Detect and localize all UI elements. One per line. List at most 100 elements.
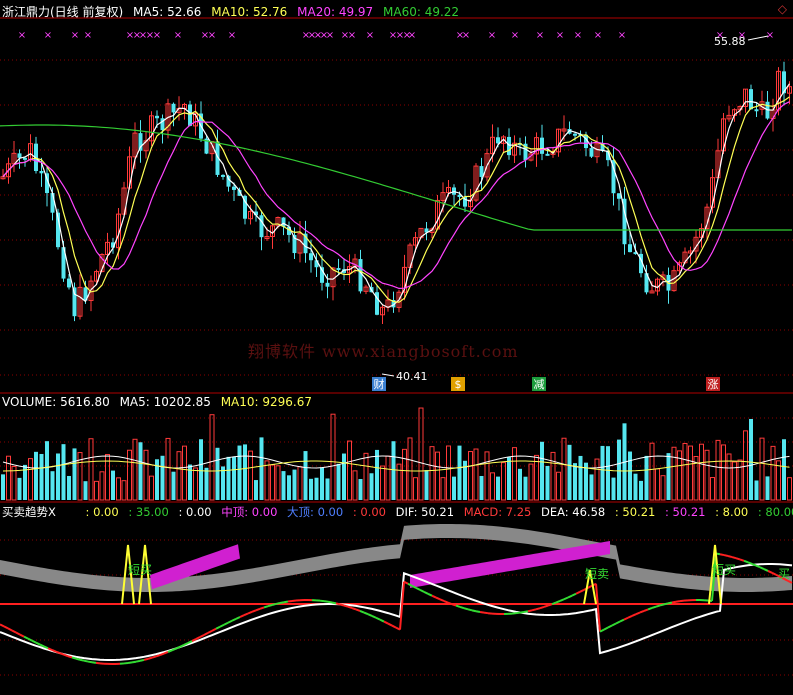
signal-x-marker: × xyxy=(574,30,582,41)
volume-bar xyxy=(589,474,594,500)
signal-x-marker: × xyxy=(408,30,416,41)
candle-body xyxy=(336,268,341,271)
indicator-fast-line xyxy=(35,641,41,646)
indicator-fast-line xyxy=(603,626,609,631)
indicator-signal-label: 买 xyxy=(778,567,790,581)
indicator-fast-line xyxy=(463,607,469,611)
volume-bar xyxy=(347,440,352,501)
candle-body xyxy=(50,193,55,213)
volume-bar xyxy=(342,453,346,500)
volume-bar xyxy=(660,475,666,501)
volume-bar xyxy=(325,478,330,500)
indicator-fast-line xyxy=(131,660,137,664)
volume-bar xyxy=(754,480,759,500)
chart-canvas: × × × × ××××× × ×× × ××××× ×× × ×××× ×× × × × × × × × × × ×55.… xyxy=(0,17,793,676)
indicator-fast-line xyxy=(651,605,657,609)
volume-bar xyxy=(479,475,484,500)
indicator-fast-line xyxy=(215,625,221,630)
indicator-fast-line xyxy=(439,598,445,602)
candle-body xyxy=(496,137,500,144)
indicator-fast-line xyxy=(223,621,229,626)
volume-bar xyxy=(297,466,303,501)
volume-bar xyxy=(578,455,583,500)
indicator-fast-line xyxy=(431,594,437,599)
signal-x-marker: × xyxy=(556,30,564,41)
indicator-fast-line xyxy=(563,596,569,601)
indicator-fast-line xyxy=(663,602,669,606)
indicator-fast-line xyxy=(763,568,769,572)
indicator-fast-line xyxy=(91,661,97,664)
indicator-fast-line xyxy=(351,607,357,611)
indicator-fast-line xyxy=(419,588,425,593)
volume-bar xyxy=(176,451,182,501)
signal-x-marker: × xyxy=(366,30,374,41)
indicator-fast-line xyxy=(443,600,449,604)
volume-bar xyxy=(281,471,286,500)
signal-x-marker: × xyxy=(84,30,92,41)
volume-bar xyxy=(490,472,495,501)
volume-bar xyxy=(523,476,528,500)
indicator-fast-line xyxy=(459,605,465,610)
indicator-fast-line xyxy=(3,625,9,630)
indicator-fast-line xyxy=(243,612,249,617)
volume-bar xyxy=(649,442,655,501)
signal-x-marker: × xyxy=(326,30,334,41)
indicator-fast-line xyxy=(283,600,289,604)
volume-bar xyxy=(39,453,44,500)
signal-x-marker: × xyxy=(766,30,774,41)
volume-bar xyxy=(160,455,165,500)
volume-bar xyxy=(292,469,297,500)
volume-bar xyxy=(88,438,94,501)
indicator-fast-line xyxy=(371,615,377,619)
volume-bar xyxy=(435,451,440,501)
indicator-fast-line xyxy=(539,605,545,610)
indicator-fast-line xyxy=(155,654,161,658)
indicator-fast-line xyxy=(659,603,665,607)
event-marker-label: 减 xyxy=(534,378,545,391)
indicator-fast-line xyxy=(23,635,29,640)
indicator-fast-line xyxy=(259,606,265,610)
indicator-fast-line xyxy=(383,620,389,625)
indicator-fast-line xyxy=(535,607,541,611)
volume-bar xyxy=(715,439,721,501)
indicator-fast-line xyxy=(247,610,253,615)
volume-bar xyxy=(699,443,704,501)
volume-bar xyxy=(149,475,154,501)
volume-bar xyxy=(303,451,308,500)
indicator-fast-line xyxy=(59,652,65,656)
volume-bar xyxy=(50,471,55,500)
volume-bar xyxy=(749,418,753,500)
indicator-fast-line xyxy=(375,616,381,621)
indicator-fast-line xyxy=(771,571,777,576)
volume-bar xyxy=(232,456,236,500)
candle-body xyxy=(507,136,511,156)
indicator-fast-line xyxy=(571,592,577,597)
volume-bar xyxy=(611,477,616,500)
trend-band-magenta xyxy=(410,541,610,588)
volume-bar xyxy=(776,460,781,501)
event-marker-label: 财 xyxy=(374,377,385,391)
signal-x-marker: × xyxy=(174,30,182,41)
indicator-fast-line xyxy=(635,611,641,616)
volume-bar xyxy=(320,467,324,500)
trend-band-grey xyxy=(0,524,792,592)
indicator-fast-line xyxy=(203,632,209,636)
volume-bar xyxy=(666,453,671,500)
indicator-fast-line xyxy=(367,613,373,617)
volume-bar xyxy=(787,477,792,501)
volume-bar xyxy=(413,477,418,501)
indicator-fast-line xyxy=(39,643,45,648)
indicator-fast-line xyxy=(479,611,485,614)
signal-x-marker: × xyxy=(208,30,216,41)
indicator-fast-line xyxy=(287,599,293,603)
volume-bar xyxy=(61,444,66,500)
volume-bar xyxy=(743,430,748,501)
volume-bar xyxy=(237,445,242,500)
volume-bar xyxy=(34,451,38,500)
indicator-fast-line xyxy=(747,561,753,565)
indicator-fast-line xyxy=(347,605,353,609)
indicator-fast-line xyxy=(743,559,749,564)
indicator-fast-line xyxy=(159,652,165,656)
indicator-fast-line xyxy=(587,584,593,589)
indicator-fast-line xyxy=(547,603,553,607)
